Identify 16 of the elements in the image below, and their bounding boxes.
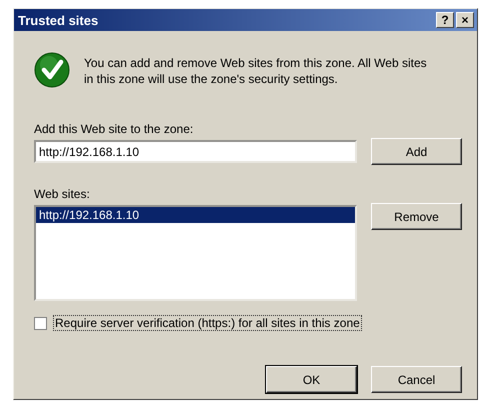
checkbox-label[interactable]: Require server verification (https:) for all sites in this zone	[53, 315, 362, 331]
checkbox[interactable]	[34, 316, 47, 330]
list-label: Web sites:	[34, 187, 91, 201]
sites-list[interactable]: http://192.168.1.10	[34, 205, 357, 301]
ok-button[interactable]: OK	[266, 366, 357, 393]
help-button[interactable]: ?	[436, 12, 454, 28]
remove-button[interactable]: Remove	[371, 203, 462, 230]
cancel-button[interactable]: Cancel	[371, 366, 462, 393]
close-button[interactable]: ×	[456, 12, 474, 28]
url-input-field[interactable]: http://192.168.1.10	[34, 140, 357, 163]
window-title: Trusted sites	[18, 12, 100, 28]
checkmark-icon	[34, 52, 70, 88]
field-label: Add this Web site to the zone:	[34, 122, 194, 136]
add-button[interactable]: Add	[371, 138, 462, 165]
site-list-item[interactable]: http://192.168.1.10	[36, 207, 355, 223]
info-message: You can add and remove Web sites from this zone. All Web sites in this zone will use the zone's security settings.	[84, 55, 428, 87]
